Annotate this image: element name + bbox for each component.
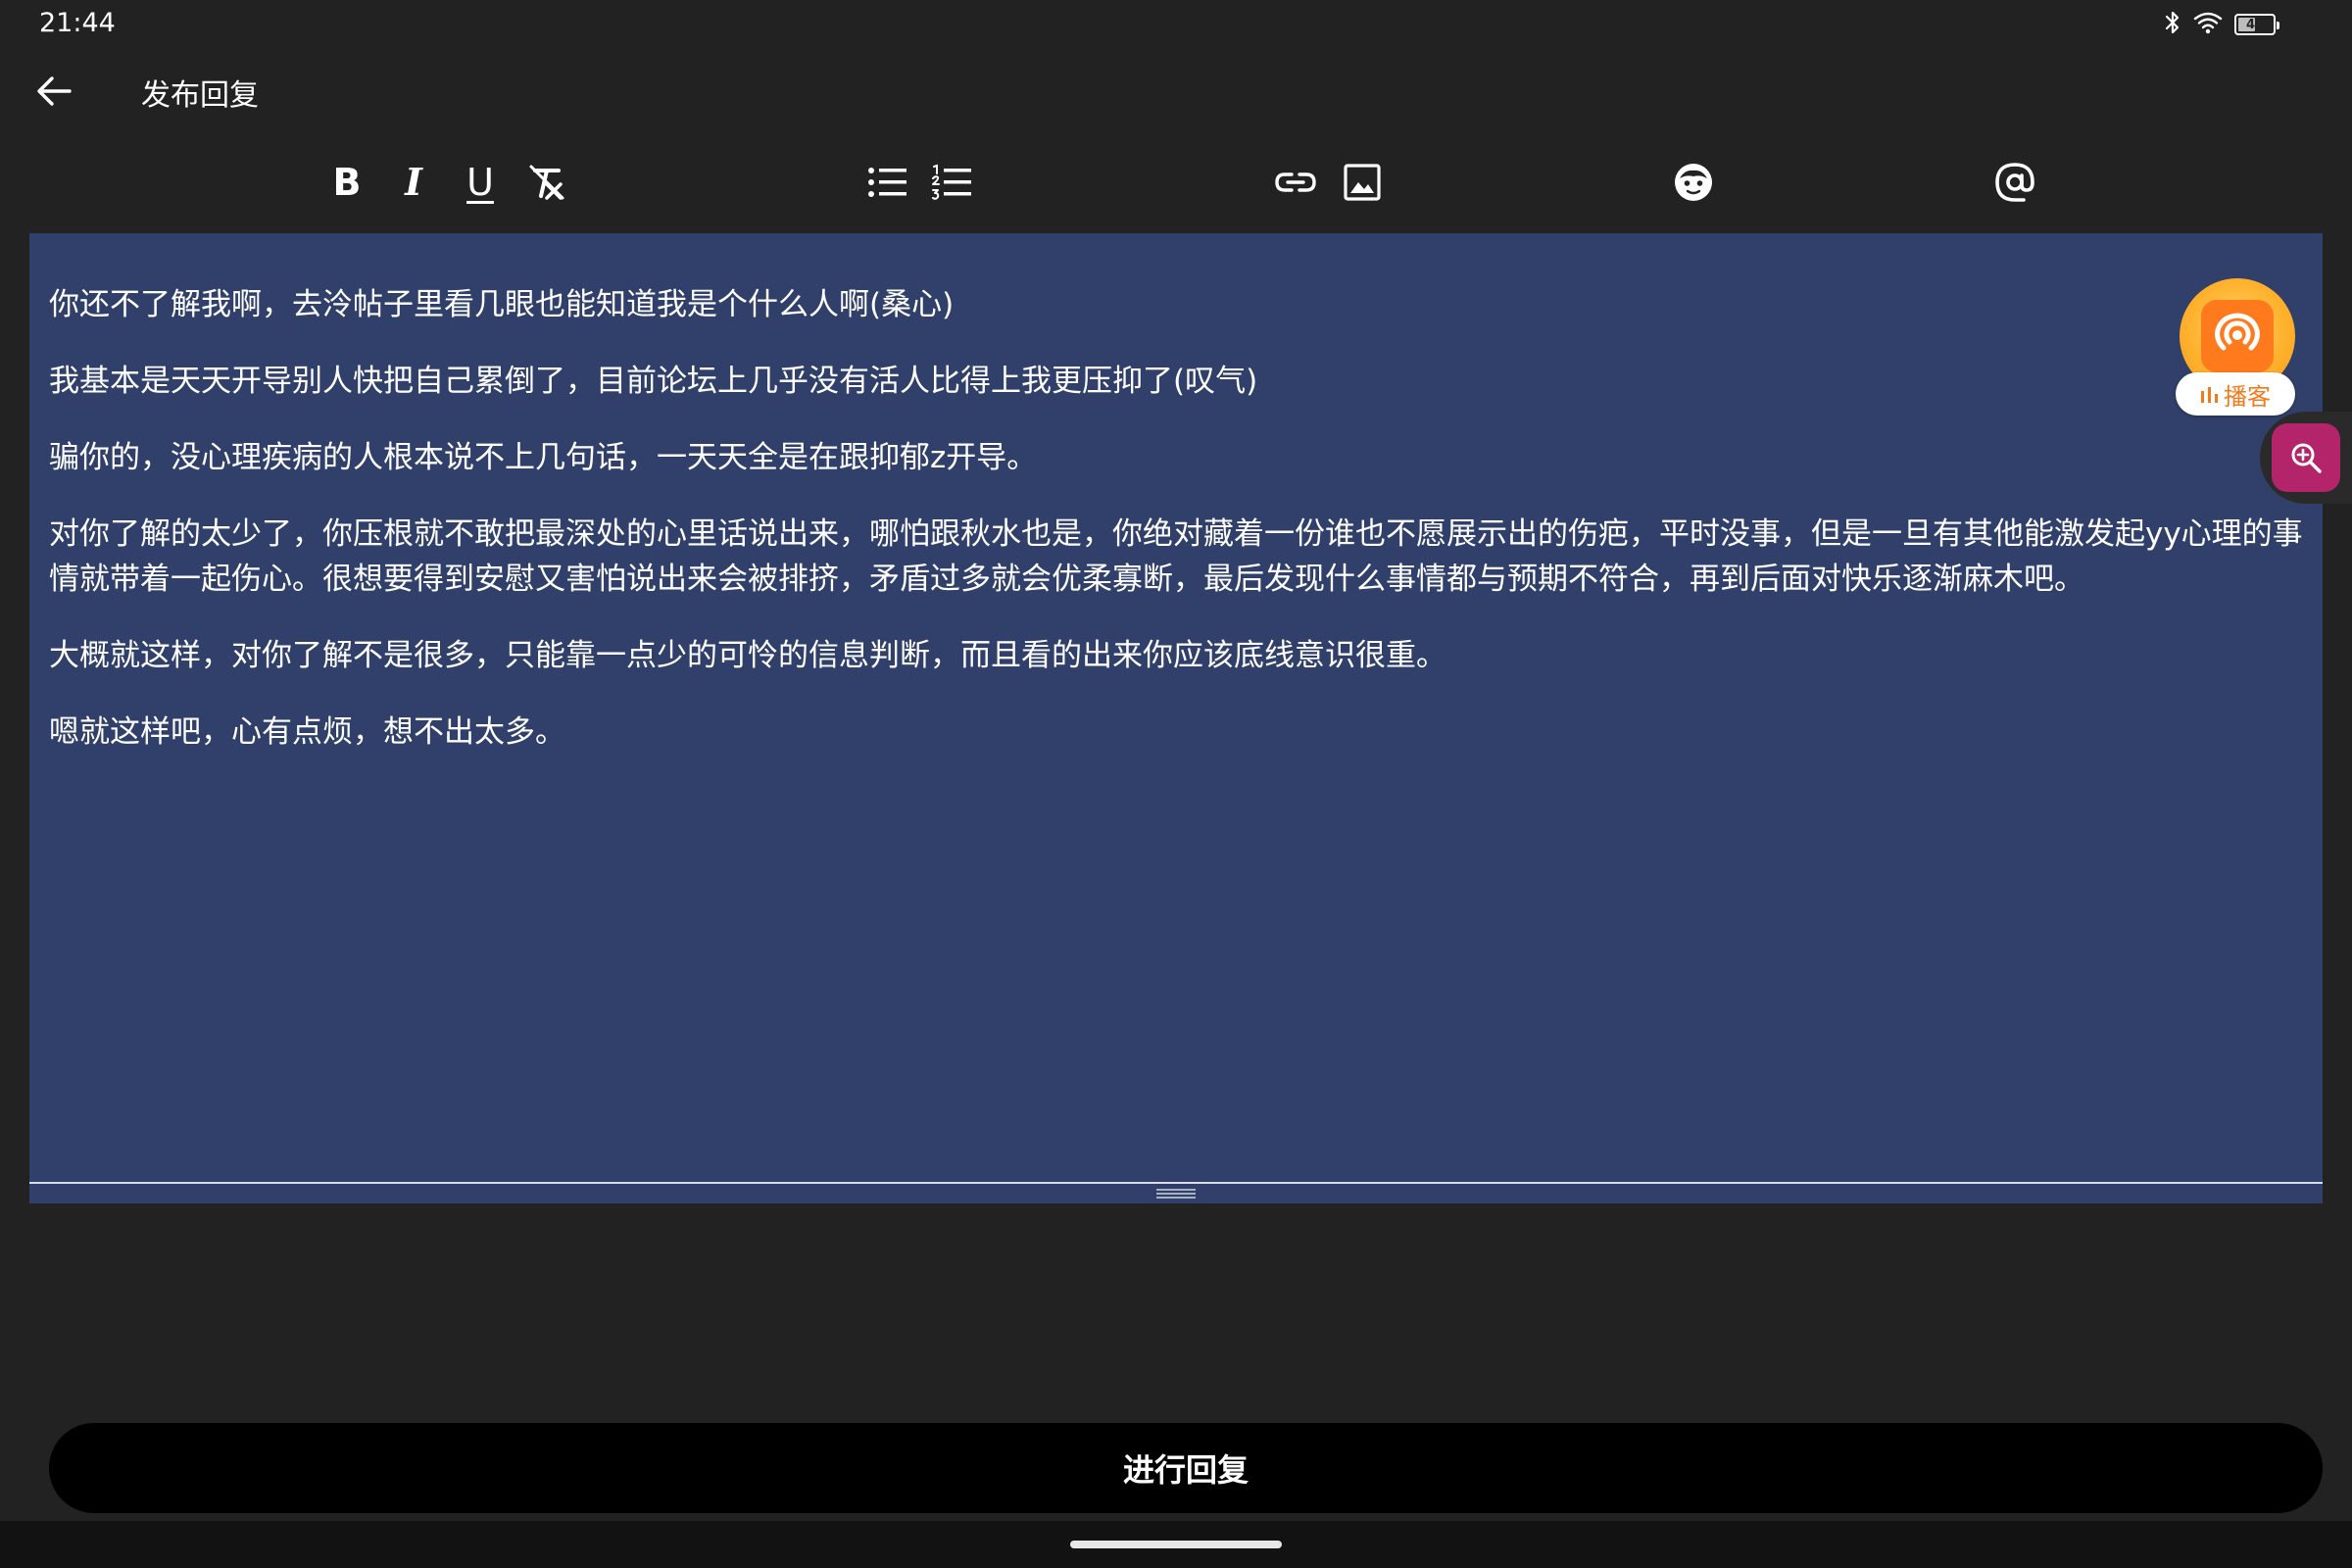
formatting-toolbar: B I U: [0, 147, 2352, 218]
editor-paragraph: 我基本是天天开导别人快把自己累倒了，目前论坛上几乎没有活人比得上我更压抑了(叹气…: [49, 364, 1258, 399]
submit-reply-button[interactable]: 进行回复: [49, 1423, 2323, 1513]
clear-format-icon: [529, 165, 564, 200]
editor-paragraph: 对你了解的太少了，你压根就不敢把最深处的心里话说出来，哪怕跟秋水也是，你绝对藏着…: [49, 516, 2303, 597]
clear-format-button[interactable]: [521, 157, 572, 208]
battery-level: 49: [2245, 17, 2265, 32]
editor-paragraph: 嗯就这样吧，心有点烦，想不出太多。: [49, 714, 565, 750]
emoji-icon: [1675, 164, 1712, 201]
editor-paragraph: 大概就这样，对你了解不是很多，只能靠一点少的可怜的信息判断，而且看的出来你应该底…: [49, 638, 1446, 673]
podcast-widget[interactable]: 播客: [2174, 278, 2297, 423]
mention-button[interactable]: [1989, 157, 2040, 208]
italic-icon: I: [405, 160, 422, 204]
numbered-list-button[interactable]: [927, 157, 978, 208]
resize-handle[interactable]: [1156, 1189, 1196, 1199]
editor-paragraph: 骗你的，没心理疾病的人根本说不上几句话，一天天全是在跟抑郁z开导。: [49, 440, 1038, 475]
at-sign-icon: [1995, 163, 2034, 202]
reply-editor[interactable]: 你还不了解我啊，去泠帖子里看几眼也能知道我是个什么人啊(桑心) 我基本是天天开导…: [29, 233, 2323, 1203]
bluetooth-icon: [2164, 10, 2181, 39]
editor-divider: [29, 1182, 2323, 1184]
emoji-button[interactable]: [1668, 157, 1719, 208]
status-time: 21:44: [39, 8, 116, 38]
home-indicator[interactable]: [1070, 1541, 1282, 1548]
zoom-button[interactable]: [2272, 423, 2340, 492]
battery-icon: 49: [2234, 14, 2279, 35]
bullet-list-button[interactable]: [862, 157, 913, 208]
underline-icon: U: [466, 161, 494, 204]
wifi-icon: [2193, 11, 2223, 38]
status-bar: 21:44 49: [0, 0, 2352, 51]
bold-icon: B: [332, 161, 362, 204]
editor-content[interactable]: 你还不了解我啊，去泠帖子里看几眼也能知道我是个什么人啊(桑心) 我基本是天天开导…: [49, 282, 2303, 786]
audio-bars-icon: [2201, 387, 2218, 403]
navigation-bar: [0, 1521, 2352, 1568]
underline-button[interactable]: U: [455, 157, 506, 208]
editor-paragraph: 你还不了解我啊，去泠帖子里看几眼也能知道我是个什么人啊(桑心): [49, 287, 955, 322]
back-button[interactable]: [29, 67, 78, 116]
arrow-left-icon: [37, 76, 72, 106]
numbered-list-icon: [932, 164, 971, 200]
zoom-in-icon: [2291, 443, 2322, 473]
status-icons: 49: [2164, 10, 2279, 39]
page-title: 发布回复: [141, 78, 259, 113]
link-icon: [1275, 172, 1316, 192]
title-bar: 发布回复: [0, 51, 2352, 129]
reply-screen: 21:44 49 发布回复 B I U 你还不了解我啊，去泠帖子里看几眼也能知道…: [0, 0, 2352, 1568]
image-button[interactable]: [1337, 157, 1388, 208]
link-button[interactable]: [1270, 157, 1321, 208]
podcast-icon: [2201, 300, 2274, 372]
image-icon: [1344, 164, 1381, 201]
podcast-label-text: 播客: [2224, 382, 2271, 411]
bold-button[interactable]: B: [321, 157, 372, 208]
italic-button[interactable]: I: [388, 157, 439, 208]
podcast-label: 播客: [2176, 372, 2295, 416]
bullet-list-icon: [868, 168, 906, 197]
